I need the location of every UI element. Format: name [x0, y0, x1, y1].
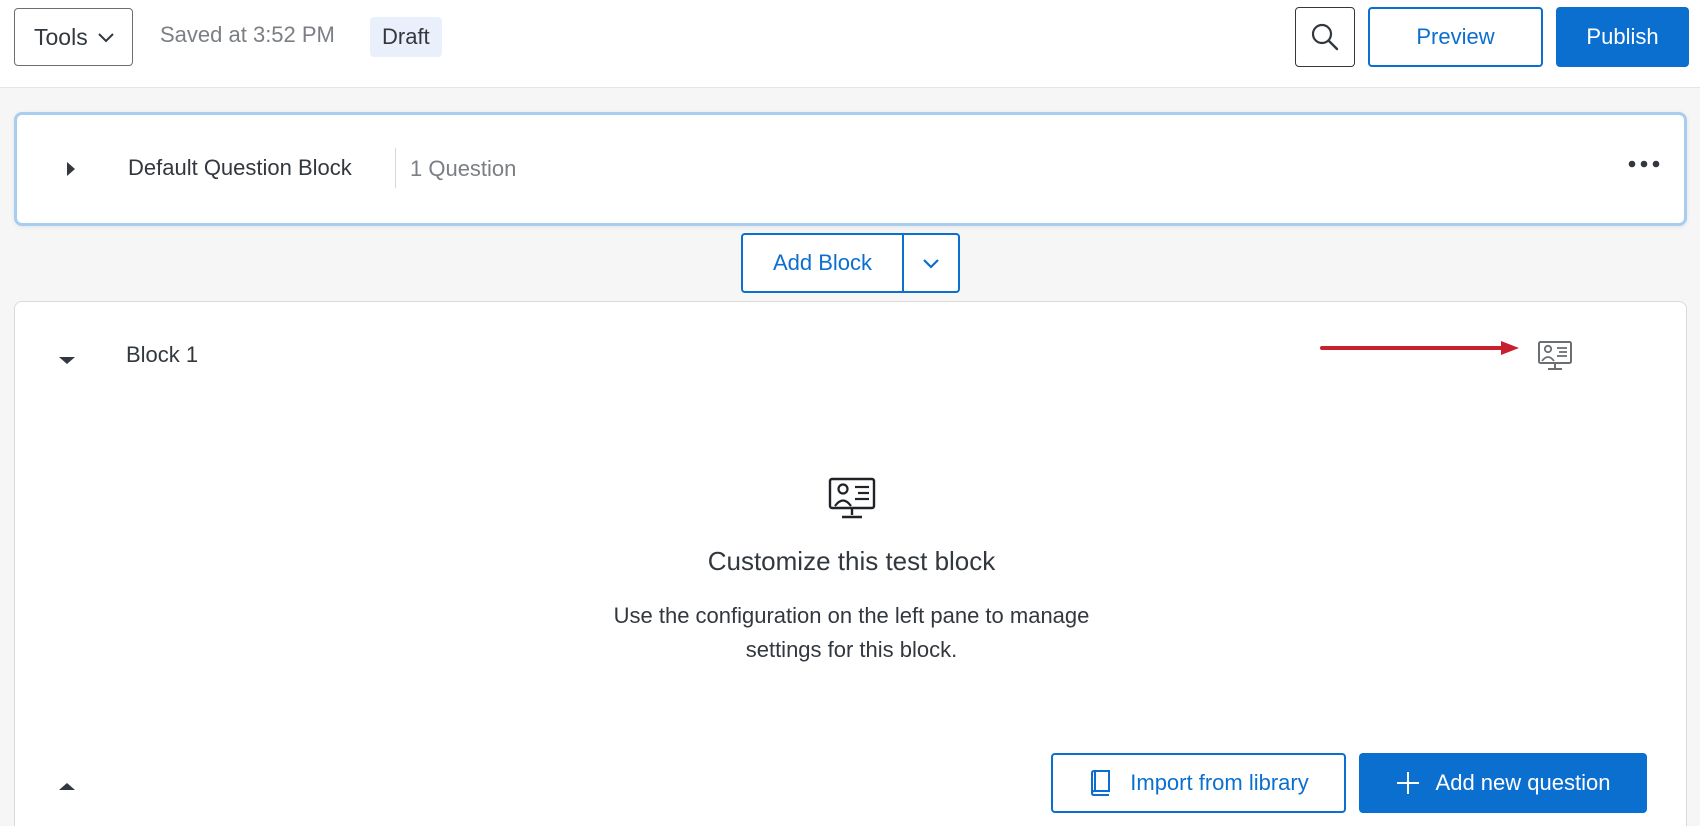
top-toolbar: Tools Saved at 3:52 PM Draft Preview Pub… — [0, 0, 1700, 88]
block-1: Block 1 Customize this test block Use th… — [14, 301, 1687, 826]
book-icon — [1091, 770, 1111, 796]
tools-label: Tools — [34, 23, 88, 50]
chevron-down-icon — [97, 33, 114, 43]
question-count: 1 Question — [410, 156, 517, 181]
publish-button[interactable]: Publish — [1556, 7, 1689, 67]
draft-badge: Draft — [370, 17, 442, 57]
test-block-icon — [828, 477, 875, 519]
import-from-library-button[interactable]: Import from library — [1051, 753, 1346, 813]
divider — [395, 148, 396, 188]
add-question-label: Add new question — [1435, 770, 1611, 795]
tools-dropdown-button[interactable]: Tools — [14, 8, 133, 66]
annotation-arrow — [1320, 341, 1519, 355]
search-button[interactable] — [1295, 7, 1355, 67]
empty-state: Customize this test block Use the config… — [15, 477, 1688, 667]
add-block-group: Add Block — [741, 233, 960, 293]
caret-up-icon[interactable] — [57, 780, 77, 792]
search-icon — [1311, 23, 1339, 51]
more-options-icon[interactable] — [1628, 159, 1660, 169]
caret-right-icon[interactable] — [65, 160, 77, 178]
chevron-down-icon — [923, 259, 939, 269]
empty-state-description: Use the configuration on the left pane t… — [613, 603, 1090, 662]
test-block-icon[interactable] — [1537, 340, 1573, 372]
add-block-dropdown-button[interactable] — [903, 233, 960, 293]
import-label: Import from library — [1130, 770, 1309, 795]
preview-button[interactable]: Preview — [1368, 7, 1543, 67]
block-title: Default Question Block — [128, 155, 352, 180]
empty-state-heading: Customize this test block — [707, 546, 996, 576]
add-block-button[interactable]: Add Block — [741, 233, 903, 293]
caret-down-icon[interactable] — [57, 354, 77, 366]
default-question-block[interactable]: Default Question Block 1 Question — [14, 112, 1687, 226]
add-new-question-button[interactable]: Add new question — [1359, 753, 1647, 813]
block-title: Block 1 — [126, 342, 199, 367]
saved-status: Saved at 3:52 PM — [160, 22, 335, 47]
plus-icon — [1396, 772, 1419, 794]
